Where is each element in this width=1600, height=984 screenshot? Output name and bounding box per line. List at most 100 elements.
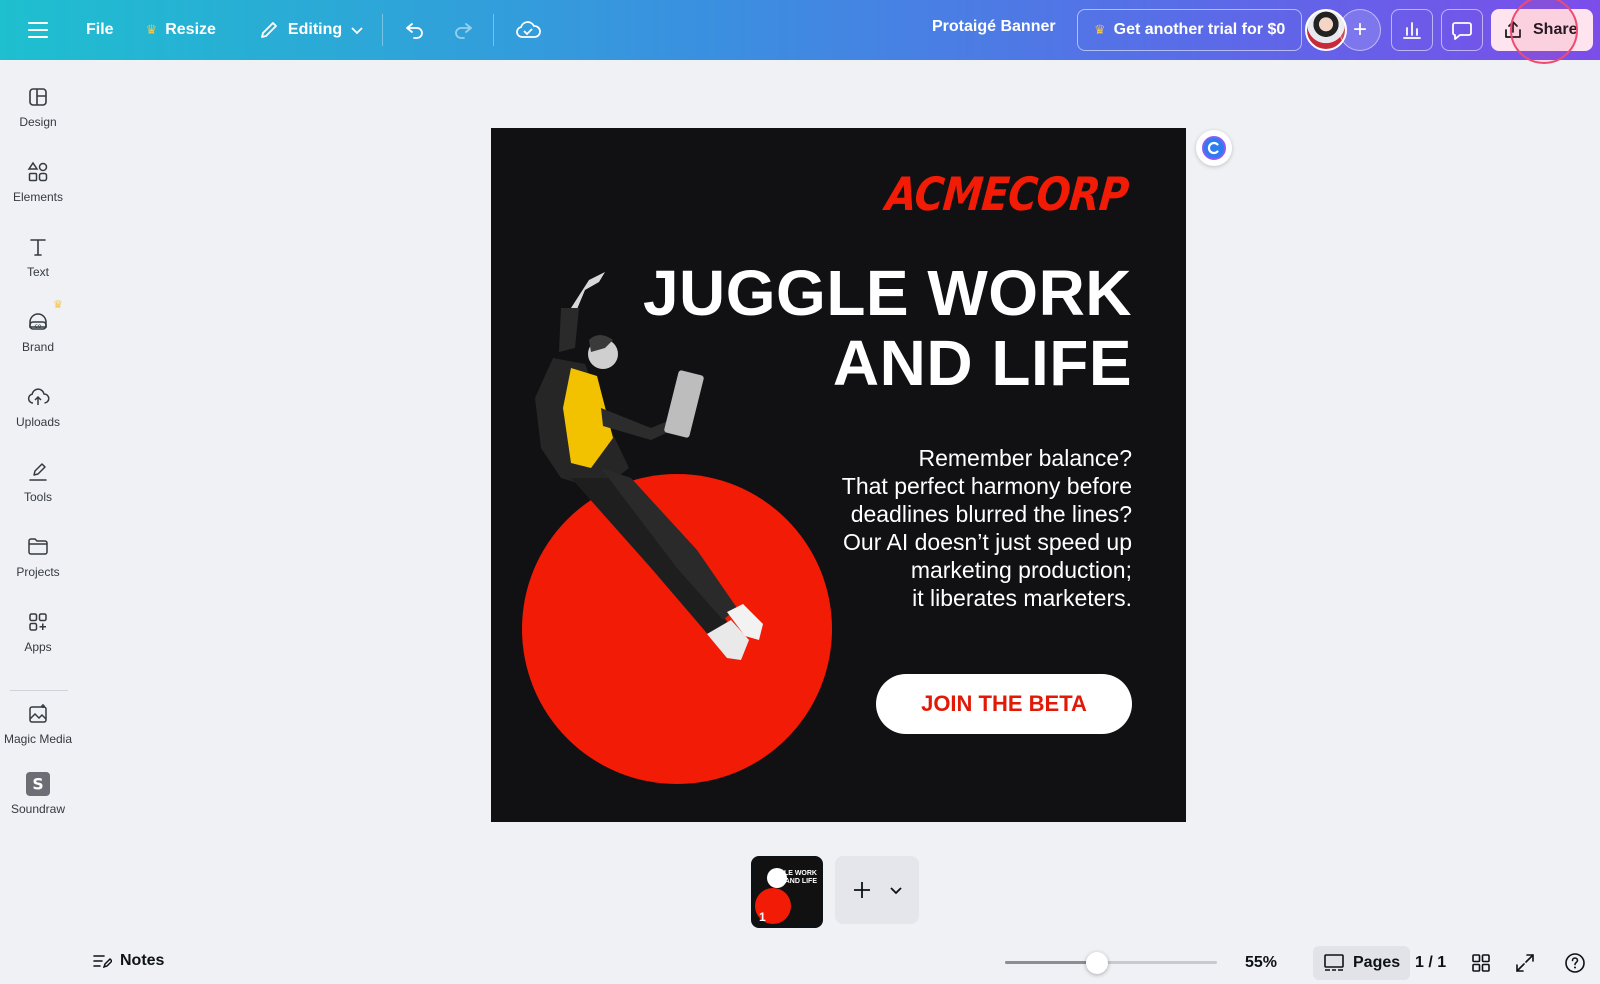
redo-icon xyxy=(455,23,473,39)
body-line: That perfect harmony before xyxy=(841,473,1132,499)
hamburger-icon xyxy=(28,22,48,38)
svg-text:S: S xyxy=(32,775,43,794)
text-icon xyxy=(30,239,46,256)
thumb-headline: LE WORK AND LIFE xyxy=(783,870,817,885)
share-button[interactable]: Share xyxy=(1491,9,1593,51)
fullscreen-button[interactable] xyxy=(1512,950,1538,976)
headline-text[interactable]: JUGGLE WORK AND LIFE xyxy=(643,258,1132,398)
body-line: Remember balance? xyxy=(918,445,1132,471)
editing-mode-button[interactable]: Editing xyxy=(246,10,376,50)
pages-button[interactable]: Pages xyxy=(1313,946,1411,980)
page-count: 1 / 1 xyxy=(1415,954,1447,971)
left-sidebar: Design Elements Text ♛ co Brand Uploads … xyxy=(0,60,76,984)
sidebar-item-label: Uploads xyxy=(15,415,61,429)
trial-label: Get another trial for $0 xyxy=(1113,21,1286,38)
plus-icon xyxy=(853,882,870,898)
file-menu-button[interactable]: File xyxy=(74,10,126,50)
editing-label: Editing xyxy=(287,21,343,38)
expand-icon xyxy=(1516,954,1534,972)
share-label: Share xyxy=(1533,21,1578,38)
sidebar-item-label: Apps xyxy=(24,640,52,654)
undo-button[interactable] xyxy=(395,10,435,50)
redo-button[interactable] xyxy=(443,10,483,50)
plus-icon: + xyxy=(1352,16,1367,43)
sidebar-item-tools[interactable]: Tools xyxy=(0,460,76,504)
sidebar-item-text[interactable]: Text xyxy=(0,235,76,279)
magic-media-icon xyxy=(29,704,47,723)
comment-icon xyxy=(1452,22,1472,40)
pencil-icon xyxy=(261,22,277,38)
invite-member-button[interactable]: + xyxy=(1339,9,1381,51)
magic-assistant-button[interactable] xyxy=(1196,130,1232,166)
save-status-button[interactable] xyxy=(508,10,548,50)
sidebar-item-label: Soundraw xyxy=(10,802,66,816)
document-title[interactable]: Protaigé Banner xyxy=(932,18,1056,36)
shapes-icon xyxy=(27,161,48,182)
design-canvas[interactable]: ACMECORP JUGGLE WORK AND LIFE Remember b… xyxy=(491,128,1186,822)
notes-button[interactable]: Notes xyxy=(92,952,164,970)
apps-icon xyxy=(29,613,47,631)
sidebar-item-label: Tools xyxy=(23,490,52,504)
chevron-down-icon[interactable] xyxy=(889,883,903,897)
menu-button[interactable] xyxy=(18,10,58,50)
get-trial-button[interactable]: ♛ Get another trial for $0 xyxy=(1077,9,1303,51)
sidebar-item-label: Brand xyxy=(21,340,55,354)
headline-line: AND LIFE xyxy=(832,327,1132,399)
zoom-percentage[interactable]: 55% xyxy=(1245,954,1277,972)
svg-text:co: co xyxy=(35,323,42,330)
toolbar-divider xyxy=(382,14,384,46)
body-line: it liberates marketers. xyxy=(912,585,1132,611)
crown-icon: ♛ xyxy=(1094,22,1106,37)
brand-logo[interactable]: ACMECORP xyxy=(884,169,1131,222)
cloud-upload-icon xyxy=(27,388,50,405)
insights-button[interactable] xyxy=(1391,9,1433,51)
body-line: deadlines blurred the lines? xyxy=(850,501,1132,527)
headline-line: JUGGLE WORK xyxy=(642,257,1132,329)
body-copy-text[interactable]: Remember balance? That perfect harmony b… xyxy=(842,444,1132,612)
sidebar-item-label: Magic Media xyxy=(3,732,73,746)
sidebar-item-design[interactable]: Design xyxy=(0,85,76,129)
pen-icon xyxy=(29,463,47,481)
sidebar-item-soundraw[interactable]: S Soundraw xyxy=(0,772,76,816)
folder-icon xyxy=(28,538,48,555)
add-page-button[interactable] xyxy=(835,856,919,924)
pages-label: Pages xyxy=(1353,954,1401,971)
notes-label: Notes xyxy=(120,952,165,969)
chevron-down-icon xyxy=(351,27,363,35)
help-icon xyxy=(1565,953,1585,973)
layout-icon xyxy=(29,88,47,106)
sidebar-item-magic-media[interactable]: Magic Media xyxy=(0,702,76,746)
body-line: marketing production; xyxy=(910,557,1132,583)
sidebar-item-brand[interactable]: co Brand xyxy=(0,310,76,354)
sidebar-item-label: Text xyxy=(26,265,49,279)
undo-icon xyxy=(406,23,423,39)
join-beta-button[interactable]: JOIN THE BETA xyxy=(876,674,1132,734)
page-thumbnail[interactable]: LE WORK AND LIFE 1 xyxy=(751,856,823,928)
sidebar-divider xyxy=(10,690,68,691)
resize-button[interactable]: ♛ Resize xyxy=(134,10,228,50)
soundraw-icon: S xyxy=(26,772,50,796)
notes-icon xyxy=(93,955,112,969)
comments-button[interactable] xyxy=(1441,9,1483,51)
cloud-check-icon xyxy=(516,21,542,38)
file-label: File xyxy=(86,21,114,38)
sidebar-item-label: Projects xyxy=(16,565,60,579)
sidebar-item-label: Elements xyxy=(12,190,64,204)
body-line: Our AI doesn’t just speed up xyxy=(843,529,1132,555)
sidebar-item-elements[interactable]: Elements xyxy=(0,160,76,204)
crown-icon: ♛ xyxy=(145,22,158,37)
sidebar-item-apps[interactable]: Apps xyxy=(0,610,76,654)
help-button[interactable] xyxy=(1562,950,1588,976)
sidebar-item-projects[interactable]: Projects xyxy=(0,535,76,579)
bar-chart-icon xyxy=(1403,22,1421,39)
zoom-slider-fill xyxy=(1005,961,1097,964)
assistant-icon xyxy=(1202,136,1226,160)
sidebar-item-label: Design xyxy=(19,115,57,129)
brand-icon: co xyxy=(29,313,47,330)
zoom-slider-handle[interactable] xyxy=(1086,952,1108,974)
zoom-slider-track[interactable] xyxy=(1005,961,1217,964)
grid-icon xyxy=(1472,954,1490,972)
pages-icon xyxy=(1324,954,1344,971)
sidebar-item-uploads[interactable]: Uploads xyxy=(0,385,76,429)
grid-view-button[interactable] xyxy=(1468,950,1494,976)
